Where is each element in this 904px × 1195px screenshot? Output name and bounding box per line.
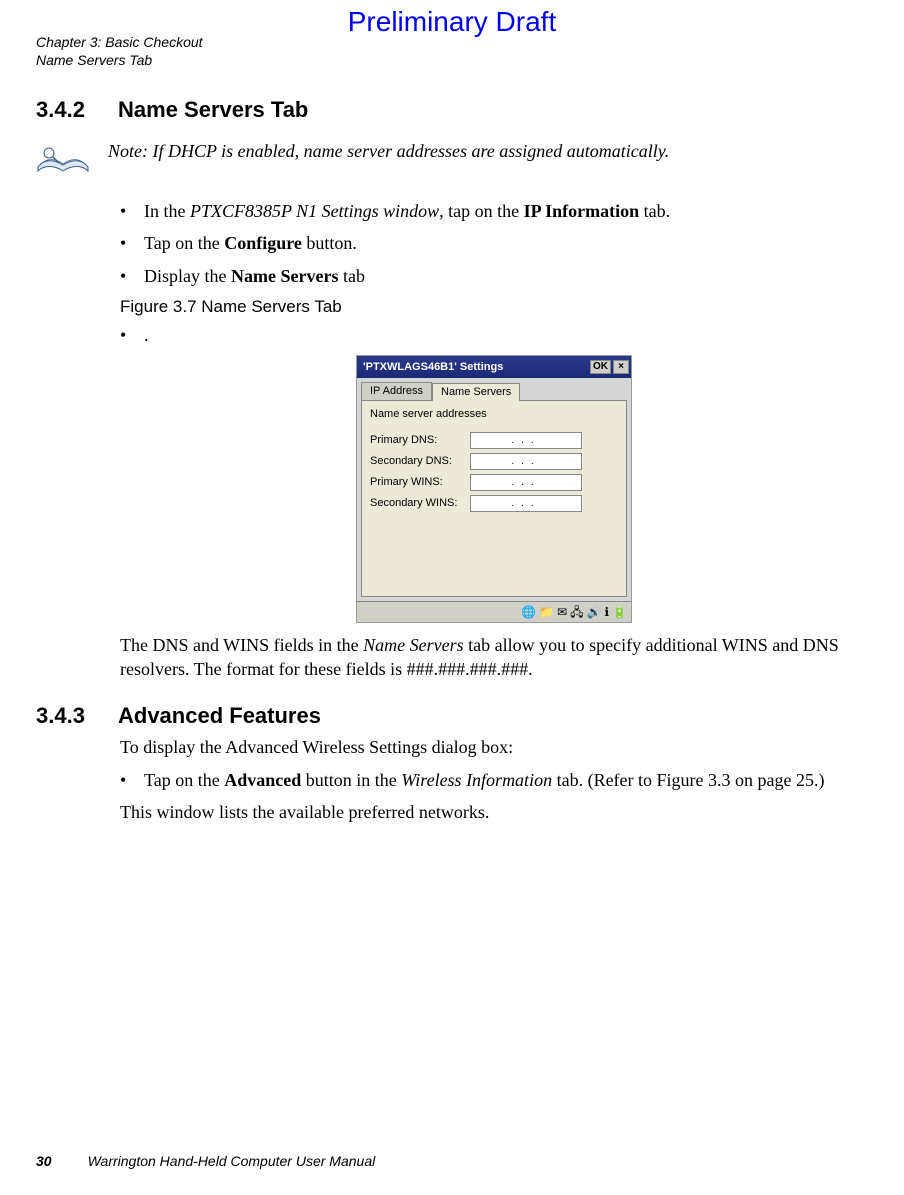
body-paragraph: To display the Advanced Wireless Setting… <box>120 735 868 759</box>
tab-panel: Name server addresses Primary DNS: ... S… <box>361 400 627 597</box>
body-paragraph: The DNS and WINS fields in the Name Serv… <box>120 633 868 682</box>
ok-button[interactable]: OK <box>590 360 611 374</box>
section-title: Name Servers Tab <box>118 97 308 123</box>
label-secondary-wins: Secondary WINS: <box>370 496 470 511</box>
tray-folder-icon[interactable]: 📁 <box>539 604 554 620</box>
step-item: • In the PTXCF8385P N1 Settings window, … <box>120 199 868 223</box>
running-head-section: Name Servers Tab <box>36 52 904 70</box>
note-block: Note: If DHCP is enabled, name server ad… <box>36 137 868 175</box>
window-title: 'PTXWLAGS46B1' Settings <box>363 360 503 375</box>
footer-doc-title: Warrington Hand-Held Computer User Manua… <box>88 1153 376 1169</box>
panel-heading: Name server addresses <box>370 407 618 422</box>
step-item: • Display the Name Servers tab <box>120 264 868 288</box>
section-number: 3.4.3 <box>36 703 118 729</box>
note-text: Note: If DHCP is enabled, name server ad… <box>108 137 669 162</box>
step-item: • Tap on the Configure button. <box>120 231 868 255</box>
page-number: 30 <box>36 1153 52 1169</box>
tray-sound-icon[interactable]: 🔊 <box>587 604 602 620</box>
tab-name-servers[interactable]: Name Servers <box>432 383 520 401</box>
figure-caption: Figure 3.7 Name Servers Tab <box>120 296 868 319</box>
embedded-window: 'PTXWLAGS46B1' Settings OK × IP Address … <box>356 355 632 623</box>
label-primary-dns: Primary DNS: <box>370 433 470 448</box>
tray-info-icon[interactable]: ℹ <box>604 604 609 620</box>
input-primary-wins[interactable]: ... <box>470 474 582 491</box>
footer: 30 Warrington Hand-Held Computer User Ma… <box>0 1153 375 1169</box>
tray-mail-icon[interactable]: ✉ <box>557 604 567 620</box>
input-secondary-dns[interactable]: ... <box>470 453 582 470</box>
section-number: 3.4.2 <box>36 97 118 123</box>
label-primary-wins: Primary WINS: <box>370 475 470 490</box>
input-secondary-wins[interactable]: ... <box>470 495 582 512</box>
close-button[interactable]: × <box>613 360 629 374</box>
book-icon <box>36 137 90 175</box>
section-heading-342: 3.4.2 Name Servers Tab <box>36 97 868 123</box>
step-item: • Tap on the Advanced button in the Wire… <box>120 768 868 792</box>
preliminary-watermark: Preliminary Draft <box>0 0 904 38</box>
window-titlebar: 'PTXWLAGS46B1' Settings OK × <box>357 356 631 378</box>
tray-network-icon[interactable]: 🌐 <box>521 604 536 620</box>
label-secondary-dns: Secondary DNS: <box>370 454 470 469</box>
step-item: • . <box>120 323 868 347</box>
input-primary-dns[interactable]: ... <box>470 432 582 449</box>
body-paragraph: This window lists the available preferre… <box>120 800 868 824</box>
tray-battery-icon[interactable]: 🔋 <box>612 604 627 620</box>
tab-ip-address[interactable]: IP Address <box>361 382 432 400</box>
tray-lan-icon[interactable]: 🖧 <box>570 604 583 620</box>
section-title: Advanced Features <box>118 703 321 729</box>
taskbar: 🌐 📁 ✉ 🖧 🔊 ℹ 🔋 <box>357 601 631 622</box>
section-heading-343: 3.4.3 Advanced Features <box>36 703 868 729</box>
